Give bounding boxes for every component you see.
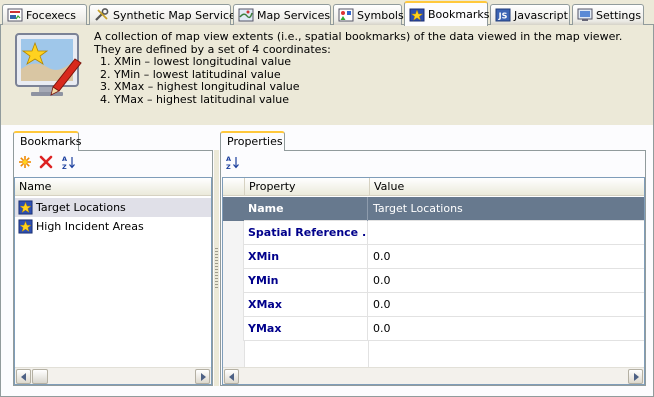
properties-subtab-label: Properties [227,135,283,148]
properties-panel: A Z Property Value Name Target Locations… [220,150,646,386]
scroll-thumb[interactable] [32,369,48,384]
property-grid-hscrollbar[interactable] [223,367,644,384]
grid-line [244,341,245,367]
property-value[interactable]: 0.0 [369,317,644,341]
main-tab-strip: Focexecs Synthetic Map Services Map Serv… [0,0,654,26]
row-gutter [223,269,244,293]
bookmarks-tab-panel: A collection of map view extents (i.e., … [0,25,654,397]
tab-bookmarks[interactable]: Bookmarks [404,1,490,26]
bookmarks-subtab[interactable]: Bookmarks [13,131,82,151]
scroll-left-button[interactable] [16,369,31,384]
list-item[interactable]: Target Locations [15,198,211,217]
property-row-name[interactable]: Name Target Locations [223,197,644,221]
row-gutter [223,197,244,221]
tab-map-services[interactable]: Map Services [233,4,331,25]
svg-text:JS: JS [498,12,508,21]
description-text: A collection of map view extents (i.e., … [94,30,623,107]
coordinate-list: XMin – lowest longitudinal value YMin – … [94,56,622,106]
bookmarks-subtab-label: Bookmarks [20,135,82,148]
scroll-left-button[interactable] [224,369,239,384]
svg-text:Z: Z [226,163,231,170]
coordinate-item: YMax – highest latitudinal value [114,93,622,107]
value-column-header[interactable]: Value [369,178,644,196]
bookmarks-panel: A Z Name Target Locations High Incident … [13,150,213,386]
bookmark-name: High Incident Areas [36,220,144,233]
scroll-right-button[interactable] [628,369,643,384]
grid-line [368,341,369,367]
coordinate-item: XMin – lowest longitudinal value [114,56,622,69]
tab-label: Synthetic Map Services [113,8,242,22]
arrow-right-icon [200,372,206,381]
property-value[interactable] [369,221,644,245]
description-area: A collection of map view extents (i.e., … [1,25,653,125]
property-value[interactable]: 0.0 [369,293,644,317]
property-name: XMin [244,245,368,269]
bookmark-list: Name Target Locations High Incident Area… [14,177,212,385]
bookmark-list-hscrollbar[interactable] [15,367,211,384]
property-row-ymax[interactable]: YMax 0.0 [223,317,644,341]
tab-javascript[interactable]: JS Javascript [490,4,570,25]
svg-text:A: A [226,155,231,163]
description-line-1: A collection of map view extents (i.e., … [94,30,623,43]
tab-symbols[interactable]: Symbols [333,4,404,25]
list-item[interactable]: High Incident Areas [15,217,211,236]
delete-bookmark-icon[interactable] [38,154,54,170]
property-row-xmin[interactable]: XMin 0.0 [223,245,644,269]
row-gutter [223,317,244,341]
properties-subtab[interactable]: Properties [220,131,285,151]
tools-icon [95,8,109,21]
tab-label: Symbols [357,8,404,22]
property-grid: Property Value Name Target Locations Spa… [222,177,645,385]
property-grid-header: Property Value [223,178,644,196]
tab-settings[interactable]: Settings [572,4,644,25]
row-gutter [223,293,244,317]
splitter-grip [215,248,218,288]
bookmark-monitor-icon [15,33,82,96]
svg-text:Z: Z [62,163,67,170]
property-column-header[interactable]: Property [244,178,369,196]
bookmark-icon [18,219,33,234]
row-gutter [223,221,244,245]
property-name: YMin [244,269,368,293]
property-value[interactable]: Target Locations [369,197,644,221]
property-row-spatial-reference[interactable]: Spatial Reference ... [223,221,644,245]
tab-label: Map Services [257,8,331,22]
bookmark-icon [409,8,425,21]
sort-az-icon[interactable]: A Z [225,154,241,170]
panel-splitter[interactable] [214,150,219,386]
property-name: YMax [244,317,368,341]
property-name: XMax [244,293,368,317]
new-bookmark-icon[interactable] [17,154,33,170]
tab-synthetic-map-services[interactable]: Synthetic Map Services [89,4,242,25]
tab-label: Focexecs [26,8,77,22]
property-value[interactable]: 0.0 [369,269,644,293]
javascript-icon: JS [495,8,511,22]
tab-label: Javascript [514,8,568,22]
sort-az-icon[interactable]: A Z [61,154,77,170]
bookmark-icon [18,200,33,215]
property-row-ymin[interactable]: YMin 0.0 [223,269,644,293]
property-name: Spatial Reference ... [244,221,368,245]
map-icon [238,8,254,22]
row-gutter [223,245,244,269]
row-gutter [223,341,244,367]
bookmark-name: Target Locations [36,201,126,214]
focexec-icon [7,8,23,22]
svg-text:A: A [62,155,67,163]
property-value[interactable]: 0.0 [369,245,644,269]
symbols-icon [338,8,354,22]
bookmark-name-column-header[interactable]: Name [15,178,211,196]
settings-icon [577,8,593,21]
tab-label: Bookmarks [428,8,490,21]
tab-focexecs[interactable]: Focexecs [2,4,87,25]
property-name: Name [244,197,368,221]
arrow-right-icon [633,372,639,381]
arrow-left-icon [228,372,234,381]
property-row-xmax[interactable]: XMax 0.0 [223,293,644,317]
tab-label: Settings [596,8,642,22]
scroll-right-button[interactable] [195,369,210,384]
arrow-left-icon [20,372,26,381]
